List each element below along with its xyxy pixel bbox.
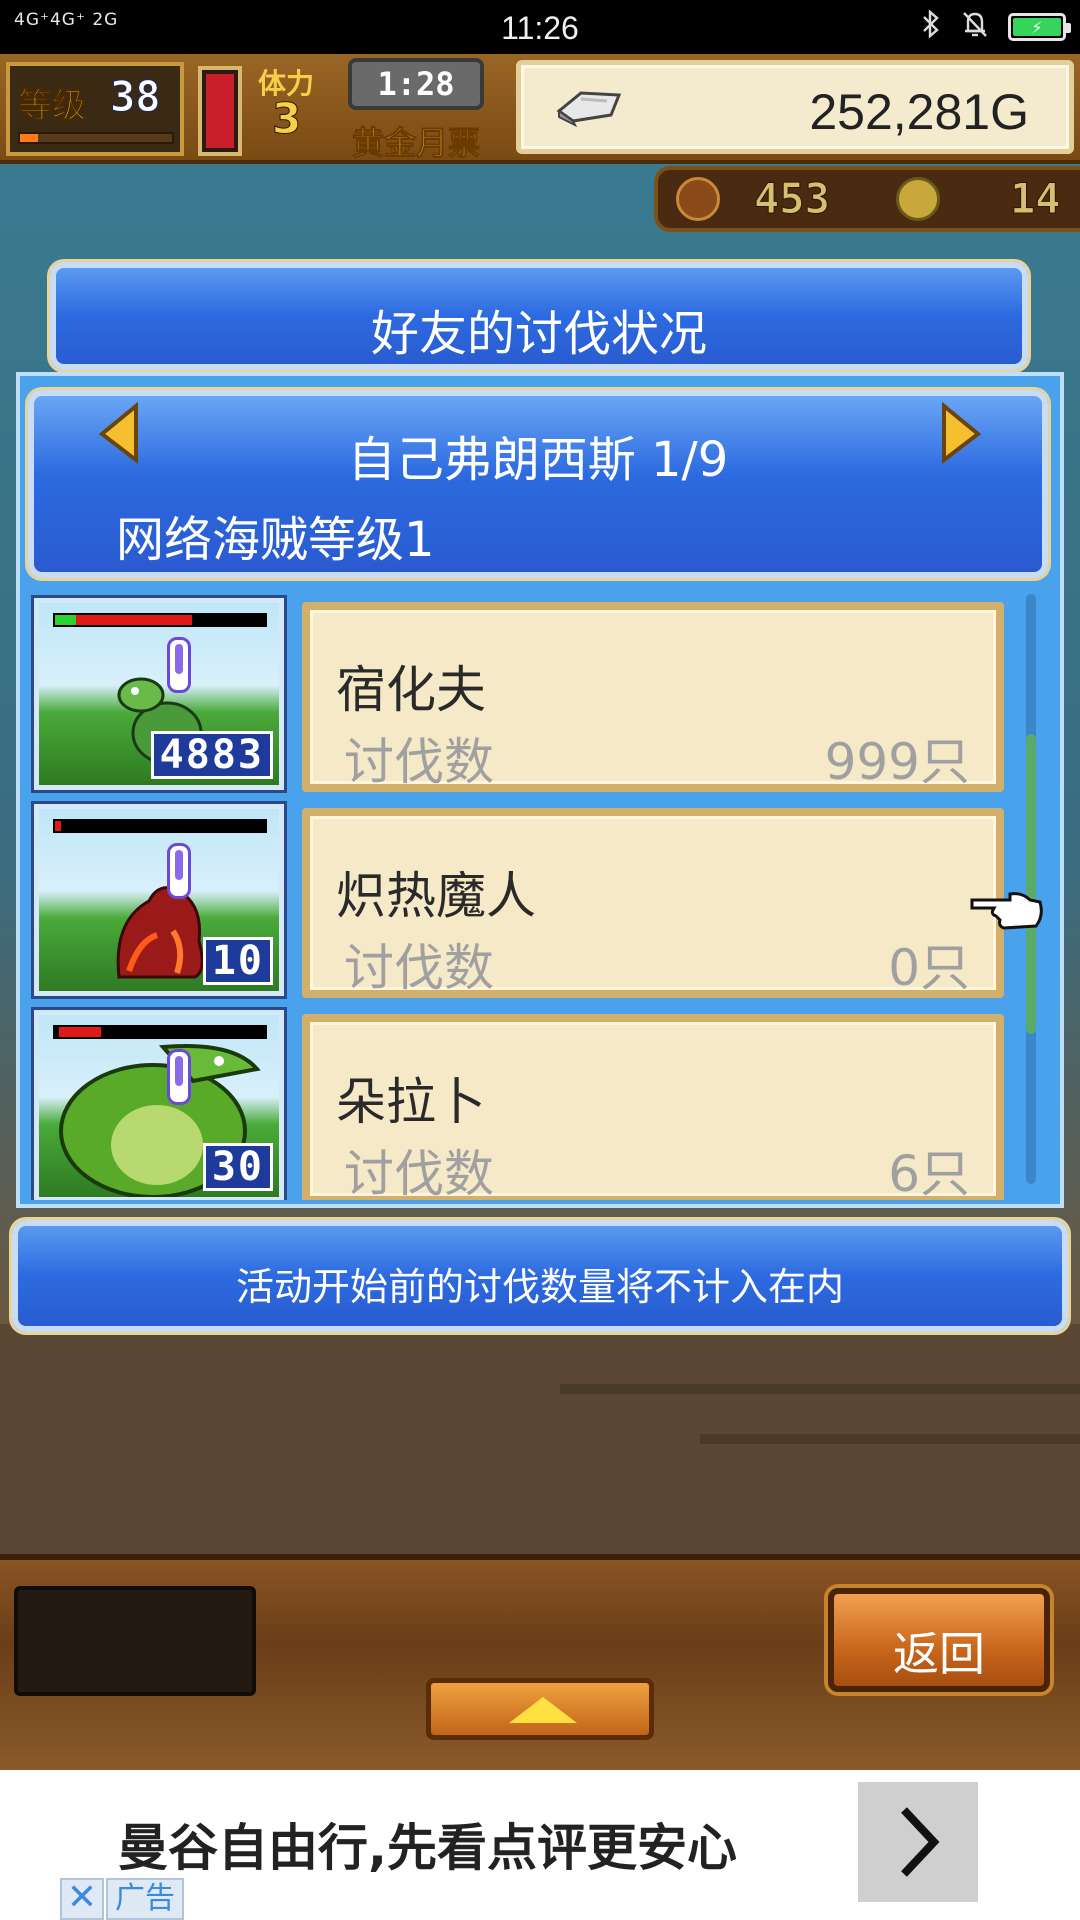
xp-fill: [20, 134, 39, 142]
chevron-right-icon: [901, 1807, 940, 1877]
monster-sprite: [116, 886, 204, 979]
resource-1-value: 453: [754, 174, 831, 224]
empty-slot: [14, 1586, 256, 1696]
level-panel[interactable]: 等级 38: [6, 62, 184, 156]
kill-count-label: 讨伐数: [344, 939, 494, 997]
scroll-up-button[interactable]: [426, 1678, 654, 1740]
hand-pointer-icon: [970, 892, 1043, 930]
monster-badge: 4883: [150, 731, 273, 779]
alert-icon: [167, 843, 191, 899]
monster-thumbnail: 30: [34, 1010, 284, 1200]
dialog-title: 好友的讨伐状况: [370, 306, 707, 362]
ad-text[interactable]: 曼谷自由行,先看点评更安心: [118, 1808, 737, 1880]
hp-red: [76, 615, 192, 625]
list-item[interactable]: 10 炽热魔人 讨伐数 0只: [28, 796, 1020, 998]
deck-rail: [700, 1434, 1080, 1444]
back-button-label: 返回: [893, 1627, 985, 1681]
friend-rank: 网络海贼等级1: [116, 512, 435, 568]
resource-panel: 453 14: [654, 166, 1080, 232]
kill-count-label: 讨伐数: [344, 1145, 494, 1200]
ad-banner[interactable]: 曼谷自由行,先看点评更安心 ✕ 广告: [0, 1770, 1080, 1920]
monster-card[interactable]: 朵拉卜 讨伐数 6只: [302, 1014, 1004, 1200]
kill-count-label: 讨伐数: [344, 733, 494, 791]
hp-red: [55, 821, 62, 831]
resource-2-value: 14: [1010, 174, 1062, 224]
stamina-fill: [206, 74, 234, 148]
friend-name: 自己弗朗西斯 1/9: [347, 432, 729, 488]
hp-bar: [53, 613, 267, 627]
back-button[interactable]: 返回: [828, 1588, 1050, 1692]
up-arrow-icon: [509, 1697, 577, 1723]
stamina-timer: 1:28: [348, 58, 484, 110]
list-item[interactable]: 30 朵拉卜 讨伐数 6只: [28, 1002, 1020, 1200]
kill-count-value: 999只: [824, 733, 970, 791]
monster-card[interactable]: 宿化夫 讨伐数 999只: [302, 602, 1004, 792]
ad-open-button[interactable]: [858, 1782, 978, 1902]
alert-icon: [167, 637, 191, 693]
hp-green: [55, 615, 76, 625]
level-value: 38: [110, 72, 162, 122]
bottom-bar: 返回: [0, 1554, 1080, 1770]
monster-badge: 30: [202, 1143, 273, 1191]
money-value: 252,281G: [809, 84, 1029, 140]
level-label: 等级: [18, 86, 87, 127]
mute-bell-icon: [960, 9, 990, 46]
xp-bar: [18, 132, 174, 144]
kill-count-value: 0只: [888, 939, 970, 997]
coin-icon: [896, 177, 940, 221]
alert-icon: [167, 1049, 191, 1105]
monster-thumbnail: 10: [34, 804, 284, 996]
kill-count-value: 6只: [888, 1145, 970, 1200]
scroll-thumb[interactable]: [1026, 734, 1036, 1034]
hp-bar: [53, 819, 267, 833]
silver-ingot-icon: [556, 91, 622, 127]
monster-card[interactable]: 炽热魔人 讨伐数 0只: [302, 808, 1004, 998]
ship-deck: [0, 1324, 1080, 1554]
monster-list[interactable]: 4883 宿化夫 讨伐数 999只 10 炽热魔人 讨伐数 0只 30 朵拉卜 …: [28, 590, 1020, 1200]
dialog-title-panel: 好友的讨伐状况: [50, 262, 1028, 370]
game-hud: 等级 38 体力 3 1:28 黄金月票 252,281G: [0, 54, 1080, 164]
clock: 11:26: [501, 10, 579, 46]
deck-rail: [560, 1384, 1080, 1394]
monster-name: 朵拉卜: [336, 1073, 486, 1131]
notice-panel: 活动开始前的讨伐数量将不计入在内: [12, 1220, 1068, 1332]
monster-name: 宿化夫: [336, 661, 486, 719]
bluetooth-icon: [920, 8, 942, 46]
money-panel: 252,281G: [516, 60, 1074, 154]
meat-icon: [676, 177, 720, 221]
notice-text: 活动开始前的讨伐数量将不计入在内: [235, 1265, 844, 1309]
stamina-gauge: [198, 66, 242, 156]
battery-icon: ⚡: [1008, 13, 1071, 41]
stamina-value: 3: [271, 94, 302, 144]
battery-level: ⚡: [1013, 18, 1061, 37]
status-icons: ⚡: [920, 8, 1071, 42]
monster-name: 炽热魔人: [336, 867, 536, 925]
gold-ticket-button[interactable]: 黄金月票: [344, 118, 488, 164]
ad-tag: 广告: [106, 1878, 184, 1920]
monster-badge: 10: [202, 937, 273, 985]
status-bar: 4G⁺4G⁺ 2G 11:26 ⚡: [0, 0, 1080, 54]
close-icon[interactable]: ✕: [60, 1878, 104, 1920]
list-item[interactable]: 4883 宿化夫 讨伐数 999只: [28, 590, 1020, 792]
monster-thumbnail: 4883: [34, 598, 284, 790]
